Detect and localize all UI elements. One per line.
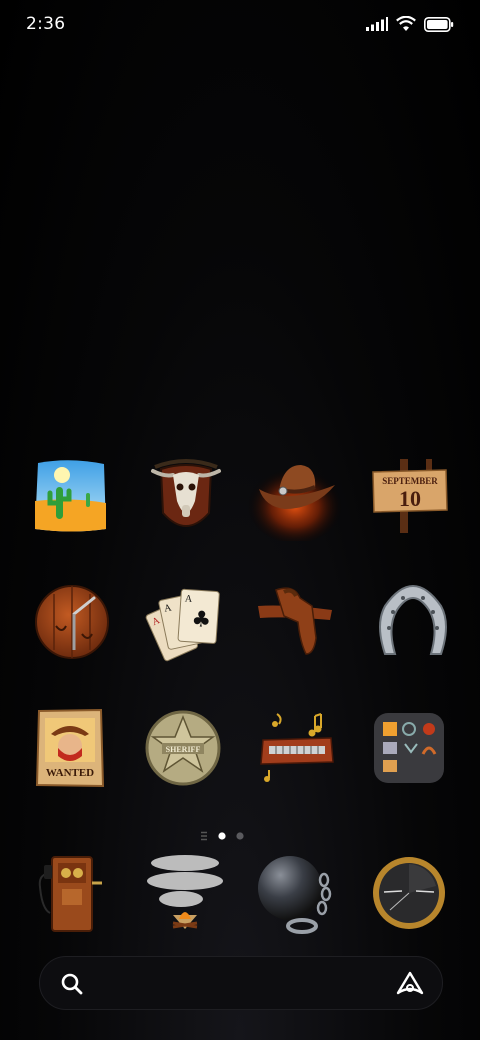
wall-telephone-icon[interactable]	[32, 852, 108, 934]
wooden-barrel-icon[interactable]	[31, 581, 113, 663]
assistant-icon[interactable]	[396, 971, 424, 997]
status-icons	[366, 16, 454, 32]
bull-skull-plaque-icon[interactable]	[145, 455, 227, 537]
harmonica-music-icon[interactable]	[255, 707, 339, 789]
gun-holster-icon[interactable]	[256, 581, 340, 663]
cowboy-hat-icon[interactable]	[245, 455, 345, 541]
compass-icon[interactable]	[370, 852, 448, 934]
wanted-label: WANTED	[46, 767, 94, 779]
battery-icon	[424, 16, 454, 32]
folder-icon[interactable]	[372, 707, 446, 789]
smoke-signal-icon[interactable]	[143, 852, 227, 934]
app-row: WANTED SHERIFF	[0, 707, 480, 789]
list-pages-icon	[201, 831, 207, 841]
wanted-poster-icon[interactable]: WANTED	[32, 707, 108, 789]
calendar-month: SEPTEMBER	[382, 476, 438, 486]
calendar-signpost-icon[interactable]: SEPTEMBER 10	[370, 455, 450, 537]
page-dot-active	[218, 832, 226, 840]
sheriff-label: SHERIFF	[166, 745, 201, 754]
sheriff-badge-icon[interactable]: SHERIFF	[144, 707, 222, 789]
horseshoe-icon[interactable]	[372, 581, 454, 663]
search-icon[interactable]	[60, 972, 84, 996]
wifi-icon	[396, 16, 416, 31]
desert-cactus-icon[interactable]	[29, 455, 111, 537]
page-indicator[interactable]	[0, 828, 480, 842]
status-bar: 2:36	[0, 0, 480, 50]
page-dot	[236, 832, 244, 840]
app-row: SEPTEMBER 10	[0, 455, 480, 541]
playing-cards-icon[interactable]: A A♥ A♣	[143, 581, 227, 663]
dock	[0, 852, 480, 934]
cellular-signal-icon	[366, 17, 388, 31]
app-row: A A♥ A♣	[0, 581, 480, 663]
status-time: 2:36	[26, 14, 66, 34]
svg-text:♣: ♣	[191, 607, 212, 633]
calendar-day: 10	[399, 486, 421, 511]
search-bar[interactable]	[39, 956, 443, 1010]
ball-and-chain-icon[interactable]	[256, 852, 340, 934]
